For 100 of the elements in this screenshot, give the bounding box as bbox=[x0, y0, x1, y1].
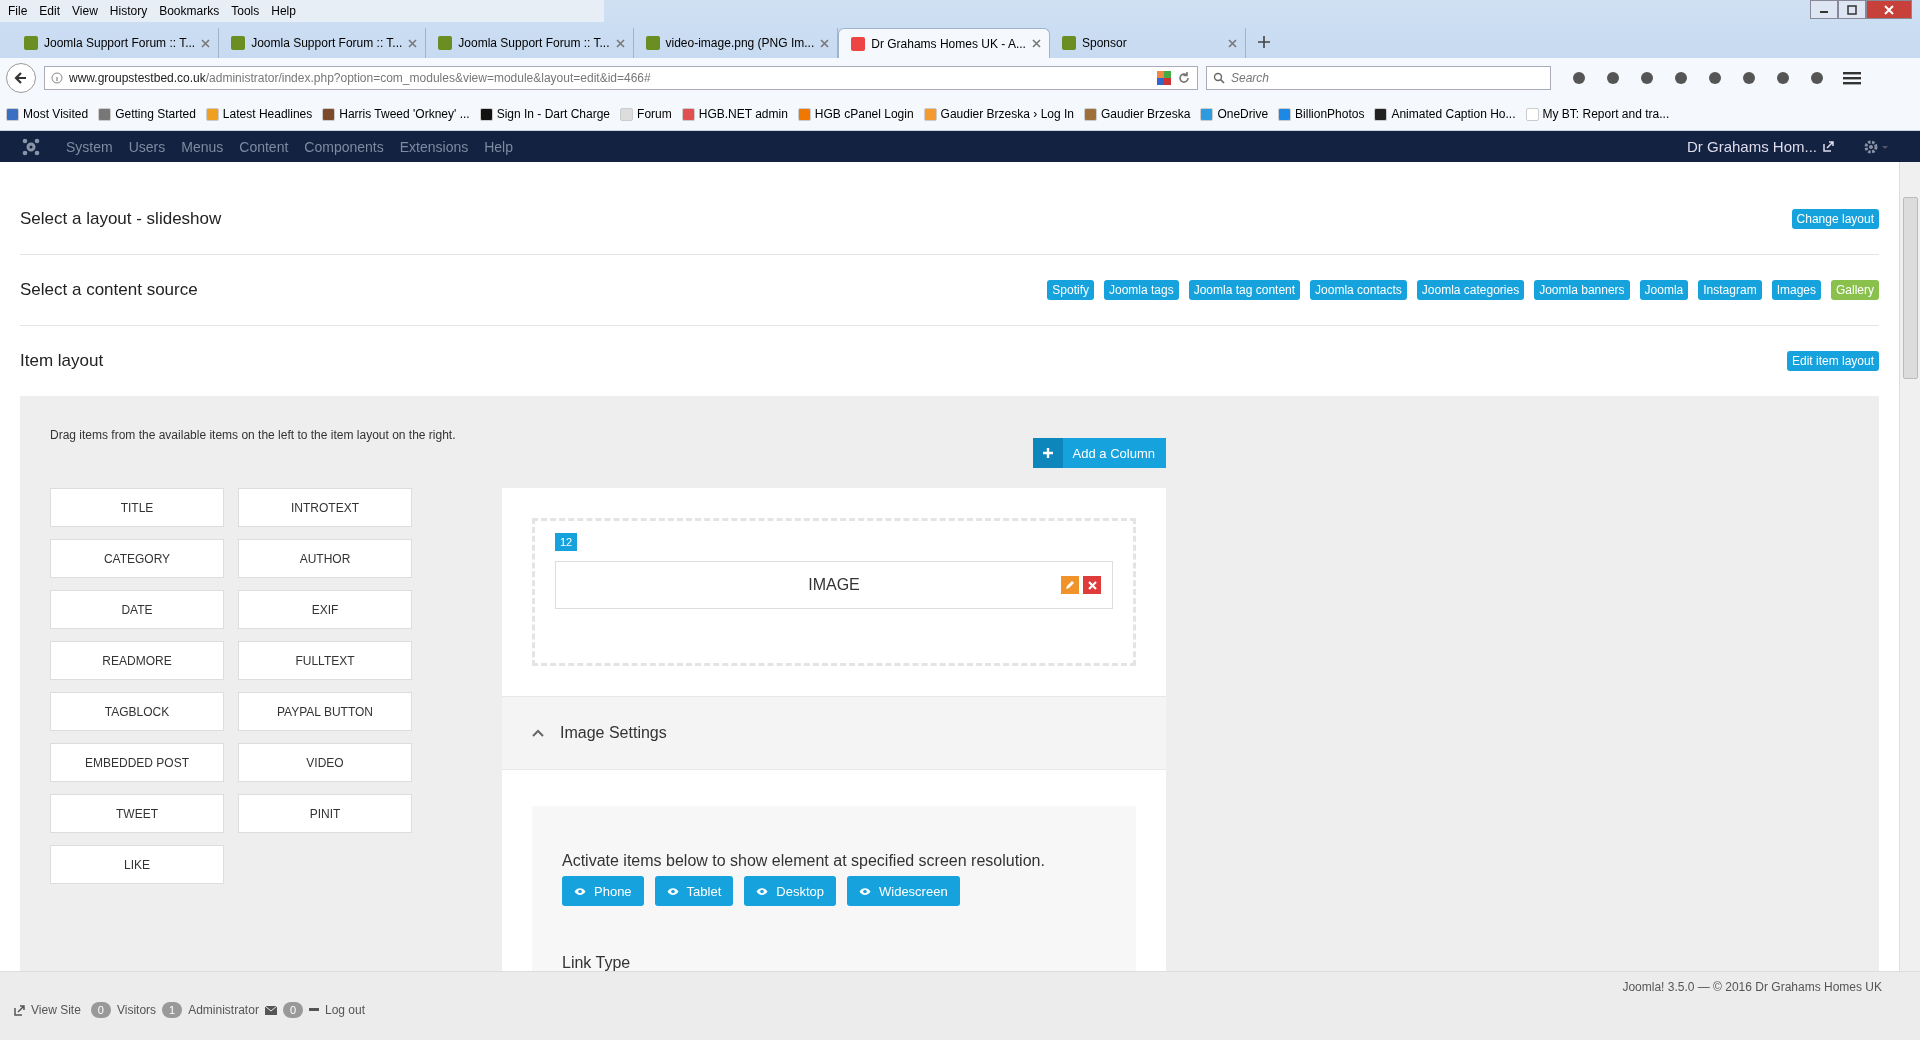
close-button[interactable] bbox=[1866, 0, 1912, 19]
tab-favicon-icon bbox=[1061, 36, 1076, 50]
available-item[interactable]: TAGBLOCK bbox=[50, 692, 224, 731]
settings-header[interactable]: Image Settings bbox=[502, 696, 1166, 770]
menu-item[interactable]: Bookmarks bbox=[155, 4, 228, 18]
copyright-text: Joomla! 3.5.0 — © 2016 Dr Grahams Homes UK bbox=[1622, 980, 1882, 994]
tab-favicon-icon bbox=[438, 36, 453, 50]
search-field[interactable]: Search bbox=[1206, 66, 1551, 90]
admin-menu-item[interactable]: Help bbox=[476, 138, 521, 155]
available-item[interactable]: VIDEO bbox=[238, 743, 412, 782]
site-link[interactable]: Dr Grahams Hom... bbox=[1686, 138, 1834, 155]
column-width-badge: 12 bbox=[555, 533, 578, 551]
available-item[interactable]: EMBEDDED POST bbox=[50, 743, 224, 782]
close-icon[interactable] bbox=[615, 38, 625, 48]
restore-icon bbox=[1847, 4, 1857, 15]
menu-item[interactable]: Help bbox=[267, 4, 304, 18]
scrollbar[interactable] bbox=[1899, 162, 1920, 971]
close-icon[interactable] bbox=[820, 38, 830, 48]
admin-menu-item[interactable]: Content bbox=[231, 138, 297, 155]
bookmark-item[interactable]: Harris Tweed 'Orkney' ... bbox=[322, 107, 470, 121]
available-item[interactable]: AUTHOR bbox=[238, 539, 412, 578]
menu-item[interactable]: Tools bbox=[227, 4, 268, 18]
section-title: Select a layout - slideshow bbox=[20, 209, 222, 229]
shield-icon bbox=[1157, 71, 1171, 85]
bookmark-item[interactable]: BillionPhotos bbox=[1278, 107, 1365, 121]
available-item[interactable]: LIKE bbox=[50, 845, 224, 884]
minimize-button[interactable] bbox=[1810, 0, 1838, 19]
admin-menu-item[interactable]: System bbox=[58, 138, 121, 155]
count-badge: 1 bbox=[162, 1002, 183, 1018]
back-button[interactable] bbox=[6, 63, 36, 93]
menu-icon[interactable] bbox=[1843, 70, 1861, 86]
available-item[interactable]: INTROTEXT bbox=[238, 488, 412, 527]
section-title: Select a content source bbox=[20, 280, 198, 300]
layout-item[interactable]: IMAGE bbox=[555, 561, 1113, 609]
admins-label: Administrator bbox=[188, 1003, 259, 1017]
menu-item[interactable]: View bbox=[68, 4, 106, 18]
available-item[interactable]: FULLTEXT bbox=[238, 641, 412, 680]
bookmark-item[interactable]: Gaudier Brzeska bbox=[1084, 107, 1191, 121]
bookmark-item[interactable]: HGB cPanel Login bbox=[797, 107, 914, 121]
close-icon bbox=[1884, 4, 1894, 15]
count-badge: 0 bbox=[90, 1002, 111, 1018]
admin-menu-item[interactable]: Extensions bbox=[391, 138, 477, 155]
available-item[interactable]: TWEET bbox=[50, 794, 224, 833]
bookmark-item[interactable]: Latest Headlines bbox=[205, 107, 313, 121]
close-icon[interactable] bbox=[408, 38, 418, 48]
bookmark-item[interactable]: My BT: Report and tra... bbox=[1525, 107, 1670, 121]
available-item[interactable]: PINIT bbox=[238, 794, 412, 833]
view-site-link[interactable]: View Site bbox=[31, 1003, 81, 1017]
available-item[interactable]: CATEGORY bbox=[50, 539, 224, 578]
admin-menu-item[interactable]: Menus bbox=[173, 138, 232, 155]
external-link-icon bbox=[1823, 141, 1834, 152]
tab-favicon-icon bbox=[851, 36, 866, 51]
available-item[interactable]: TITLE bbox=[50, 488, 224, 527]
available-item[interactable]: EXIF bbox=[238, 590, 412, 629]
restore-button[interactable] bbox=[1838, 0, 1866, 19]
admin-menu-item[interactable]: Components bbox=[296, 138, 392, 155]
address-bar[interactable]: www.groupstestbed.co.uk/administrator/index.php?option=com_modules&view=module&layout=edit&id=466# bbox=[44, 66, 1198, 90]
eye-icon bbox=[574, 886, 586, 896]
bookmark-item[interactable]: Gaudier Brzeska › Log In bbox=[923, 107, 1074, 121]
menu-item[interactable]: Edit bbox=[35, 4, 69, 18]
tab-favicon-icon bbox=[645, 36, 660, 50]
available-item[interactable]: READMORE bbox=[50, 641, 224, 680]
eye-icon bbox=[756, 886, 769, 896]
settings-icon[interactable] bbox=[1864, 139, 1890, 154]
search-icon bbox=[1213, 72, 1225, 84]
bookmark-item[interactable]: Forum bbox=[620, 107, 672, 121]
reload-icon[interactable] bbox=[1177, 71, 1191, 85]
bookmark-item[interactable]: Animated Caption Ho... bbox=[1374, 107, 1516, 121]
close-icon[interactable] bbox=[201, 38, 211, 48]
bookmark-item[interactable]: Most Visited bbox=[6, 107, 89, 121]
available-item[interactable]: DATE bbox=[50, 590, 224, 629]
field-label: Link Type bbox=[562, 954, 632, 971]
browser-tab[interactable]: Dr Grahams Homes UK - A... bbox=[838, 28, 1050, 58]
delete-button[interactable] bbox=[1083, 576, 1101, 594]
plus-icon[interactable] bbox=[1257, 36, 1270, 48]
bookmark-item[interactable]: OneDrive bbox=[1200, 107, 1269, 121]
minus-icon bbox=[309, 1008, 319, 1012]
hint-text: Activate items below to show element at specified screen resolution. bbox=[562, 852, 1046, 870]
joomla-logo-icon[interactable] bbox=[22, 137, 40, 156]
close-icon[interactable] bbox=[1031, 39, 1041, 48]
available-item[interactable]: PAYPAL BUTTON bbox=[238, 692, 412, 731]
bookmark-item[interactable]: Sign In - Dart Charge bbox=[479, 107, 611, 121]
bookmark-item[interactable]: Getting Started bbox=[98, 107, 196, 121]
eye-icon bbox=[666, 886, 679, 896]
logout-link[interactable]: Log out bbox=[325, 1003, 366, 1017]
section-title: Item layout bbox=[20, 351, 104, 371]
menu-item[interactable]: History bbox=[105, 4, 156, 18]
external-link-icon bbox=[14, 1004, 25, 1016]
close-icon[interactable] bbox=[1227, 38, 1237, 48]
info-icon bbox=[51, 72, 63, 84]
bookmark-item[interactable]: HGB.NET admin bbox=[681, 107, 788, 121]
tab-favicon-icon bbox=[24, 36, 38, 50]
envelope-icon bbox=[264, 1005, 277, 1015]
menu-item[interactable]: File bbox=[4, 4, 36, 18]
plus-icon bbox=[1042, 448, 1053, 458]
back-arrow-icon bbox=[14, 71, 28, 85]
close-icon bbox=[1087, 580, 1097, 590]
pencil-icon bbox=[1065, 580, 1075, 590]
visitors-label: Visitors bbox=[116, 1003, 157, 1017]
admin-menu-item[interactable]: Users bbox=[120, 138, 174, 155]
